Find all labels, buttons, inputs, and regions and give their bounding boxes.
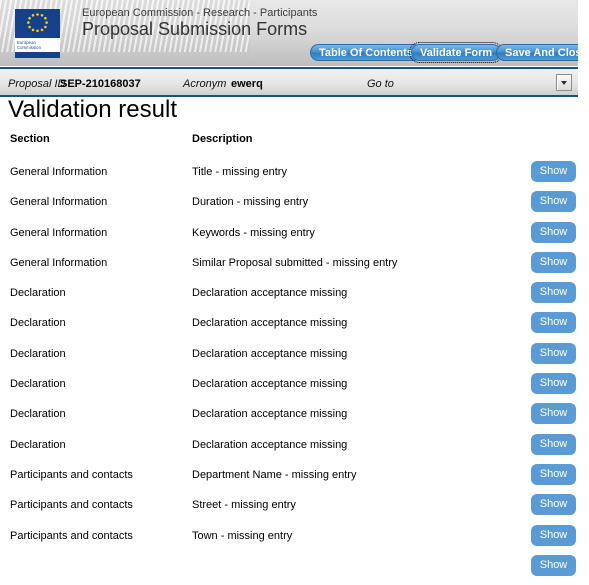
table-row: Participants and contacts Town - missing … xyxy=(0,524,589,555)
cell-section: Declaration xyxy=(10,347,66,360)
european-commission-logo: European Commission xyxy=(15,9,60,58)
table-row: General Information Duration - missing en… xyxy=(0,191,589,221)
show-button[interactable]: Show xyxy=(531,312,576,334)
show-button[interactable]: Show xyxy=(531,463,576,485)
cell-section: Declaration xyxy=(10,408,66,421)
table-row: General Information Title - missing entry… xyxy=(0,161,589,191)
table-header-row: Section Description xyxy=(0,133,589,161)
table-row: Declaration Declaration acceptance missin… xyxy=(0,342,589,373)
banner-supertitle: European Commission - Research - Partici… xyxy=(82,7,318,19)
show-button[interactable]: Show xyxy=(531,282,576,304)
cell-section: Participants and contacts xyxy=(10,529,133,542)
cell-section: Declaration xyxy=(10,317,66,330)
table-row: General Information Similar Proposal subm… xyxy=(0,251,589,282)
acronym-value: ewerq xyxy=(231,78,263,90)
cell-description: Department Name - missing entry xyxy=(192,468,357,481)
table-row: General Information Keywords - missing en… xyxy=(0,221,589,252)
cell-section: General Information xyxy=(10,256,108,269)
table-row: Participants and contacts Department Name… xyxy=(0,463,589,494)
show-button[interactable]: Show xyxy=(531,494,576,516)
eu-flag-icon xyxy=(15,9,60,38)
goto-dropdown-button[interactable] xyxy=(556,74,572,91)
eu-stars-icon xyxy=(27,13,48,33)
table-row: Participants and contacts Street - missin… xyxy=(0,494,589,524)
show-button[interactable]: Show xyxy=(531,373,576,395)
cell-description: Declaration acceptance missing xyxy=(192,317,348,330)
show-button[interactable]: Show xyxy=(531,251,576,273)
table-row: Declaration Declaration acceptance missin… xyxy=(0,433,589,464)
table-of-contents-button[interactable]: Table Of Contents xyxy=(310,44,422,61)
cell-section: Declaration xyxy=(10,438,66,451)
validate-form-button[interactable]: Validate Form xyxy=(408,42,504,63)
acronym-label: Acronym xyxy=(183,78,227,90)
table-row: Show xyxy=(0,554,589,585)
cell-description: Keywords - missing entry xyxy=(192,226,315,239)
cell-section: Participants and contacts xyxy=(10,499,133,512)
cell-description: Declaration acceptance missing xyxy=(192,347,348,360)
cell-description: Duration - missing entry xyxy=(192,196,309,209)
page-title: Validation result xyxy=(8,96,177,123)
show-button[interactable]: Show xyxy=(531,403,576,425)
logo-caption: European Commission xyxy=(15,38,60,52)
table-row: Declaration Declaration acceptance missin… xyxy=(0,312,589,342)
proposal-id-value: SEP-210168037 xyxy=(60,78,141,90)
validation-results-table: Section Description General Information T… xyxy=(0,133,589,585)
show-button[interactable]: Show xyxy=(531,554,576,576)
show-button[interactable]: Show xyxy=(531,342,576,364)
show-button[interactable]: Show xyxy=(531,161,576,182)
show-button[interactable]: Show xyxy=(531,524,576,546)
show-button[interactable]: Show xyxy=(531,221,576,243)
proposal-info-bar: Proposal ID SEP-210168037 Acronym ewerq … xyxy=(0,67,578,97)
cell-description: Declaration acceptance missing xyxy=(192,408,348,421)
table-row: Declaration Declaration acceptance missin… xyxy=(0,282,589,312)
cell-section: Participants and contacts xyxy=(10,468,133,481)
chevron-down-icon xyxy=(561,80,567,85)
cell-description: Declaration acceptance missing xyxy=(192,438,348,451)
cell-section: General Information xyxy=(10,226,108,239)
column-header-section: Section xyxy=(10,133,50,145)
save-and-close-button[interactable]: Save And Close xyxy=(496,44,578,61)
cell-section: Declaration xyxy=(10,287,66,300)
table-row: Declaration Declaration acceptance missin… xyxy=(0,403,589,433)
proposal-id-label: Proposal ID xyxy=(8,78,66,90)
show-button[interactable]: Show xyxy=(531,191,576,213)
cell-section: General Information xyxy=(10,166,108,178)
goto-label: Go to xyxy=(367,78,394,90)
column-header-description: Description xyxy=(192,133,253,145)
cell-description: Street - missing entry xyxy=(192,499,296,512)
table-row: Declaration Declaration acceptance missin… xyxy=(0,373,589,403)
page-header-title: Proposal Submission Forms xyxy=(82,19,308,39)
show-button[interactable]: Show xyxy=(531,433,576,455)
cell-description: Declaration acceptance missing xyxy=(192,287,348,300)
logo-bottom-bar xyxy=(15,52,60,58)
cell-description: Similar Proposal submitted - missing ent… xyxy=(192,256,398,269)
table-body: General Information Title - missing entry… xyxy=(0,161,589,585)
logo-caption-line2: Commission xyxy=(17,45,42,51)
app-banner: European Commission European Commission … xyxy=(0,0,578,66)
cell-section: Declaration xyxy=(10,378,66,391)
cell-description: Town - missing entry xyxy=(192,529,293,542)
cell-section: General Information xyxy=(10,196,108,209)
cell-description: Declaration acceptance missing xyxy=(192,378,348,391)
cell-description: Title - missing entry xyxy=(192,166,287,178)
